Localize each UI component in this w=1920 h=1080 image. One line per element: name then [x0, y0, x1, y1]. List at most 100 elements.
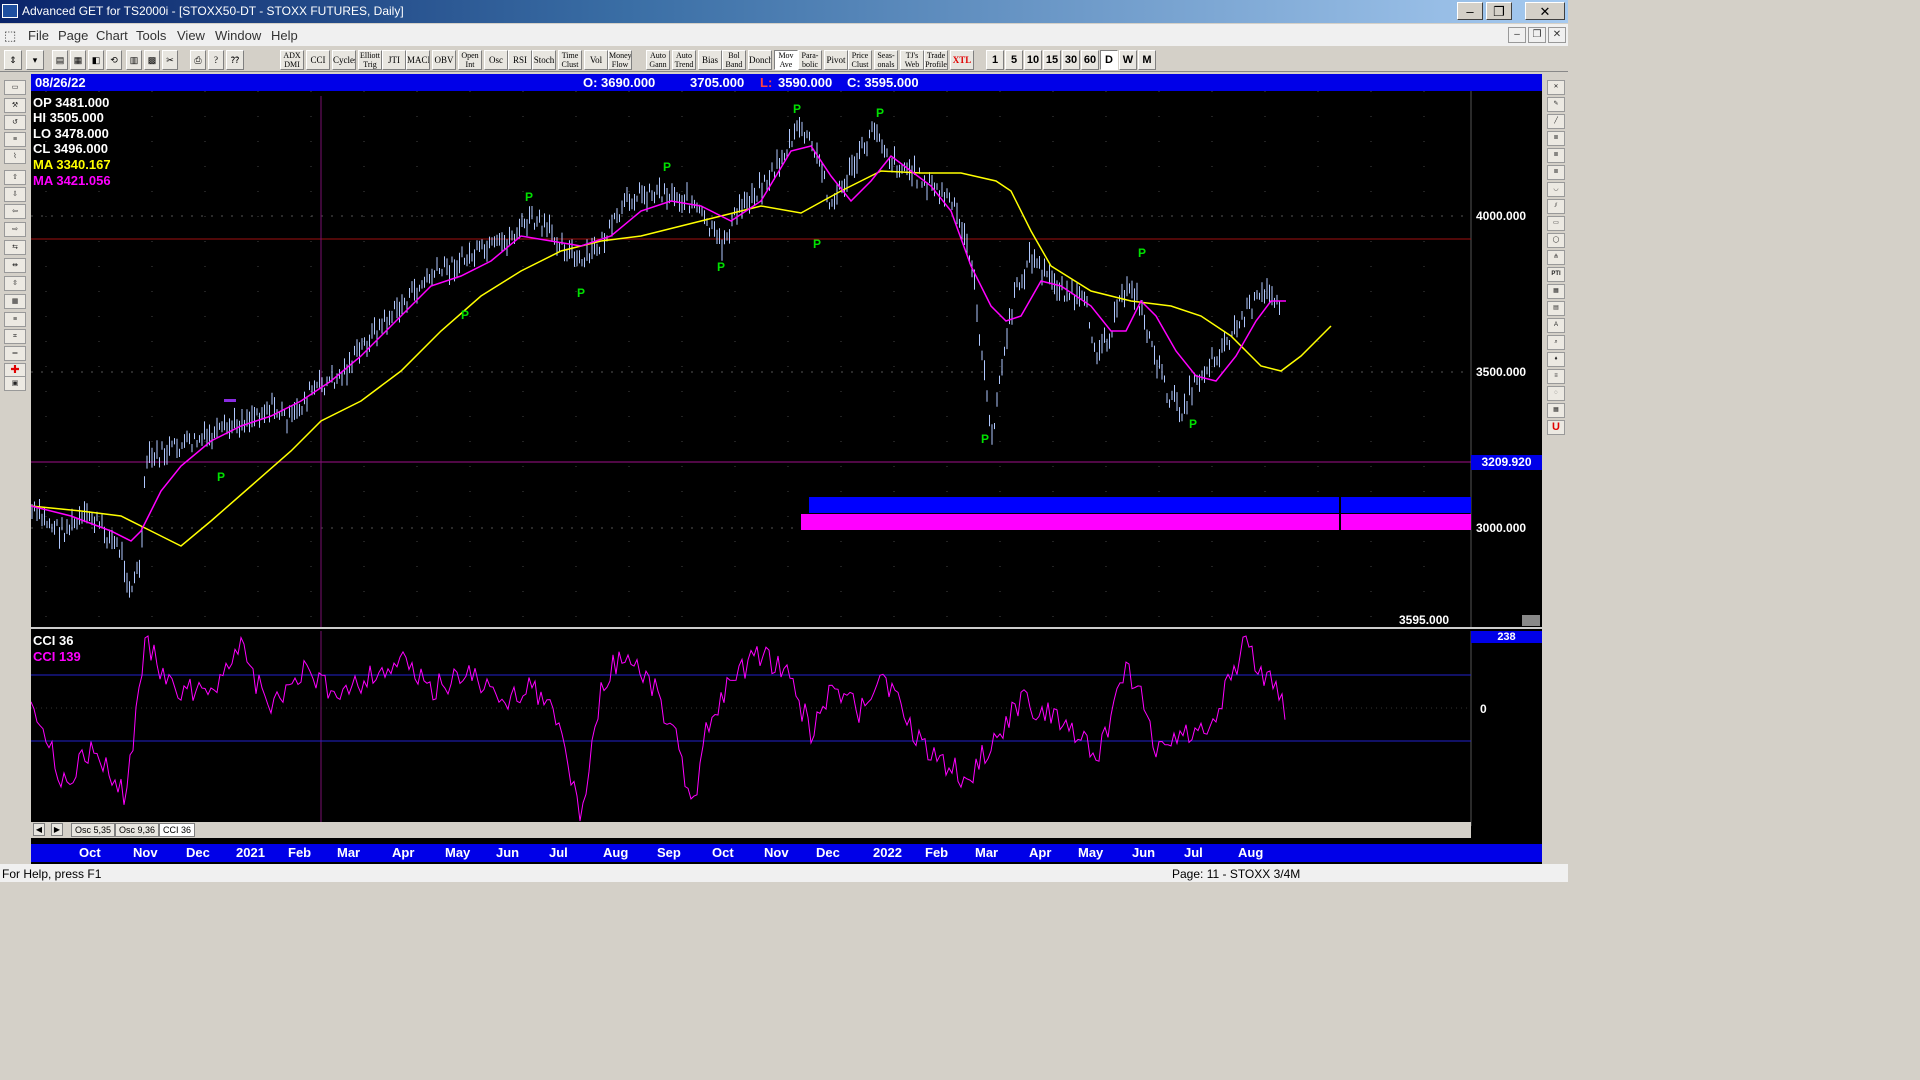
menu-page[interactable]: Page	[58, 28, 88, 43]
mdi-close-button[interactable]: ✕	[1548, 27, 1566, 43]
right-arrow-icon[interactable]: ⇨	[4, 222, 26, 237]
study-button-tj-s-web[interactable]: TJ's Web	[900, 50, 924, 70]
fib-box-icon[interactable]: ▦	[1547, 284, 1565, 299]
range-icon[interactable]: ▦	[4, 294, 26, 309]
menu-help[interactable]: Help	[271, 28, 298, 43]
minimize-button[interactable]: –	[1457, 2, 1483, 20]
lines-icon[interactable]: ≡	[4, 312, 26, 327]
new-page-icon[interactable]: ▤	[52, 50, 68, 70]
text-icon[interactable]: A	[1547, 318, 1565, 333]
interval-button-15[interactable]: 15	[1043, 50, 1061, 70]
levels-icon[interactable]: ≡	[1547, 369, 1565, 384]
study-button-bol-band[interactable]: Bol Band	[722, 50, 746, 70]
expand-icon[interactable]: ⇹	[4, 258, 26, 273]
gann-fan-icon[interactable]: ◡	[1547, 182, 1565, 197]
mdi-restore-button[interactable]: ❐	[1528, 27, 1546, 43]
pti-icon[interactable]: PTI	[1547, 267, 1565, 282]
up-arrow-icon[interactable]: ⇧	[4, 170, 26, 185]
interval-button-1[interactable]: 1	[986, 50, 1004, 70]
close-x-icon[interactable]: ✕	[1547, 80, 1565, 95]
magnify-icon[interactable]: ⌕	[1547, 335, 1565, 350]
grid-box-icon[interactable]: ▦	[1547, 403, 1565, 418]
study-button-adx-dmi[interactable]: ADX DMI	[280, 50, 304, 70]
open-icon[interactable]: ▾	[26, 50, 44, 70]
close-button[interactable]: ✕	[1525, 2, 1565, 20]
study-button-obv[interactable]: OBV	[432, 50, 456, 70]
tab-cci-36[interactable]: CCI 36	[159, 823, 196, 837]
draw-line-icon[interactable]: ╱	[1547, 114, 1565, 129]
study-button-pivot[interactable]: Pivot	[824, 50, 848, 70]
interval-button-5[interactable]: 5	[1005, 50, 1023, 70]
grid-icon[interactable]: ▩	[144, 50, 160, 70]
print-icon[interactable]: ⎙	[190, 50, 206, 70]
tab-scroll-right-icon[interactable]: ▶	[51, 823, 63, 836]
copy-page-icon[interactable]: ▣	[4, 376, 26, 391]
study-button-open-int[interactable]: Open Int	[458, 50, 482, 70]
cycle-icon[interactable]: ◌	[1547, 386, 1565, 401]
study-button-money-flow[interactable]: Money Flow	[608, 50, 632, 70]
interval-button-d[interactable]: D	[1100, 50, 1118, 70]
study-button-osc[interactable]: Osc	[484, 50, 508, 70]
context-help-icon[interactable]: ⁇	[226, 50, 244, 70]
magnet-icon[interactable]: U	[1547, 420, 1565, 435]
cross-hair-icon[interactable]: ⚒	[4, 98, 26, 113]
study-button-auto-trend[interactable]: Auto Trend	[672, 50, 696, 70]
study-button-cci[interactable]: CCI	[306, 50, 330, 70]
study-button-bias[interactable]: Bias	[698, 50, 722, 70]
zoom-icon[interactable]: ⇳	[4, 276, 26, 291]
study-button-vol[interactable]: Vol	[584, 50, 608, 70]
refresh-icon[interactable]: ⟲	[106, 50, 122, 70]
study-button-cycles[interactable]: Cycles	[332, 50, 356, 70]
study-button-time-clust[interactable]: Time Clust	[558, 50, 582, 70]
scale-icon[interactable]	[1522, 615, 1540, 626]
save-icon[interactable]: ▦	[70, 50, 86, 70]
interval-button-10[interactable]: 10	[1024, 50, 1042, 70]
interval-button-w[interactable]: W	[1119, 50, 1137, 70]
menu-file[interactable]: File	[28, 28, 49, 43]
price-chart[interactable]: P P P P P P P P P P P P	[31, 91, 1542, 826]
left-arrow-icon[interactable]: ⇦	[4, 204, 26, 219]
study-button-macd[interactable]: MACD	[406, 50, 430, 70]
cut-icon[interactable]: ✂	[162, 50, 178, 70]
study-button-auto-gann[interactable]: Auto Gann	[646, 50, 670, 70]
paint-icon[interactable]: ♦	[1547, 352, 1565, 367]
study-button-xtl[interactable]: XTL	[950, 50, 974, 70]
down-arrow-icon[interactable]: ⇩	[4, 187, 26, 202]
interval-button-30[interactable]: 30	[1062, 50, 1080, 70]
layout-icon[interactable]: ▥	[126, 50, 142, 70]
compress-icon[interactable]: ⇆	[4, 240, 26, 255]
pointer-tool-icon[interactable]: ⇕	[4, 50, 22, 70]
box-icon[interactable]: ▭	[1547, 216, 1565, 231]
tab-osc-9-36[interactable]: Osc 9,36	[115, 823, 160, 837]
interval-button-60[interactable]: 60	[1081, 50, 1099, 70]
tab-scroll-left-icon[interactable]: ◀	[33, 823, 45, 836]
maximize-button[interactable]: ❐	[1486, 2, 1512, 20]
ellipse-icon[interactable]: ◯	[1547, 233, 1565, 248]
copy-icon[interactable]: ◧	[88, 50, 104, 70]
study-button-price-clust[interactable]: Price Clust	[848, 50, 872, 70]
study-button-donch[interactable]: Donch	[748, 50, 772, 70]
fib-time-icon[interactable]: ≣	[1547, 165, 1565, 180]
tab-osc-5-35[interactable]: Osc 5,35	[71, 823, 116, 837]
study-icon[interactable]: ≡	[4, 132, 26, 147]
study-button-seas-onals[interactable]: Seas- onals	[874, 50, 898, 70]
study-button-trade-profile[interactable]: Trade Profile	[924, 50, 948, 70]
study-button-para-bolic[interactable]: Para- bolic	[798, 50, 822, 70]
study-button-mov-ave[interactable]: Mov Ave	[774, 50, 798, 70]
info-icon[interactable]: ?	[208, 50, 224, 70]
channel-icon[interactable]: ⫽	[1547, 199, 1565, 214]
gann-icon[interactable]: ⌗	[4, 329, 26, 344]
reset-icon[interactable]: ↺	[4, 115, 26, 130]
mdi-doc-icon[interactable]: ⬚	[4, 28, 16, 44]
fork-icon[interactable]: ⋔	[1547, 250, 1565, 265]
mdi-minimize-button[interactable]: –	[1508, 27, 1526, 43]
study-button-elliott-trig[interactable]: Elliott Trig	[358, 50, 382, 70]
menu-chart[interactable]: Chart	[96, 28, 128, 43]
mob-icon[interactable]: ▤	[1547, 301, 1565, 316]
study-button-rsi[interactable]: RSI	[508, 50, 532, 70]
pencil-icon[interactable]: ✎	[1547, 97, 1565, 112]
interval-button-m[interactable]: M	[1138, 50, 1156, 70]
menu-tools[interactable]: Tools	[136, 28, 166, 43]
fib-icon[interactable]: ═	[4, 346, 26, 361]
study-button-jti[interactable]: JTI	[382, 50, 406, 70]
